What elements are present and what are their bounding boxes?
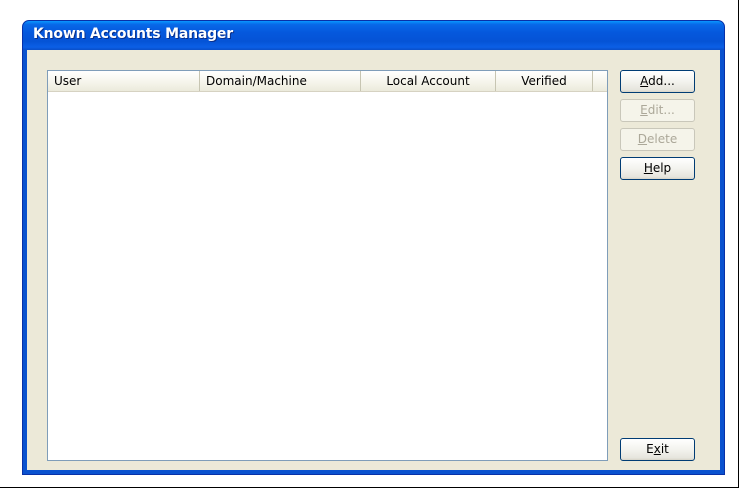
delete-button-mnemonic: D (637, 132, 648, 146)
dialog-client-area: User Domain/Machine Local Account Verifi… (27, 50, 720, 470)
exit-button-label-end: it (660, 442, 669, 456)
delete-button-label: elete (647, 132, 678, 146)
list-body[interactable] (48, 92, 607, 460)
list-header: User Domain/Machine Local Account Verifi… (48, 71, 607, 92)
help-button-label: elp (652, 161, 672, 175)
column-header-filler (593, 71, 607, 91)
help-button[interactable]: Help (620, 157, 695, 180)
accounts-list-view[interactable]: User Domain/Machine Local Account Verifi… (47, 70, 608, 461)
edit-button-label: dit... (647, 103, 675, 117)
add-button[interactable]: Add... (620, 70, 695, 93)
exit-button-mnemonic: x (653, 442, 661, 456)
edit-button-mnemonic: E (640, 103, 648, 117)
column-header-domain-machine[interactable]: Domain/Machine (200, 71, 361, 91)
exit-button[interactable]: Exit (620, 438, 695, 461)
delete-button[interactable]: Delete (620, 128, 695, 151)
known-accounts-manager-dialog: Known Accounts Manager User Domain/Machi… (22, 20, 725, 475)
window-title: Known Accounts Manager (33, 26, 233, 42)
exit-button-label-start: E (646, 442, 654, 456)
add-button-label: dd... (648, 74, 675, 88)
column-header-verified[interactable]: Verified (496, 71, 593, 91)
column-header-local-account[interactable]: Local Account (361, 71, 496, 91)
add-button-mnemonic: A (640, 74, 649, 88)
column-header-user[interactable]: User (48, 71, 200, 91)
edit-button[interactable]: Edit... (620, 99, 695, 122)
help-button-mnemonic: H (643, 161, 653, 175)
title-bar[interactable]: Known Accounts Manager (23, 21, 724, 50)
